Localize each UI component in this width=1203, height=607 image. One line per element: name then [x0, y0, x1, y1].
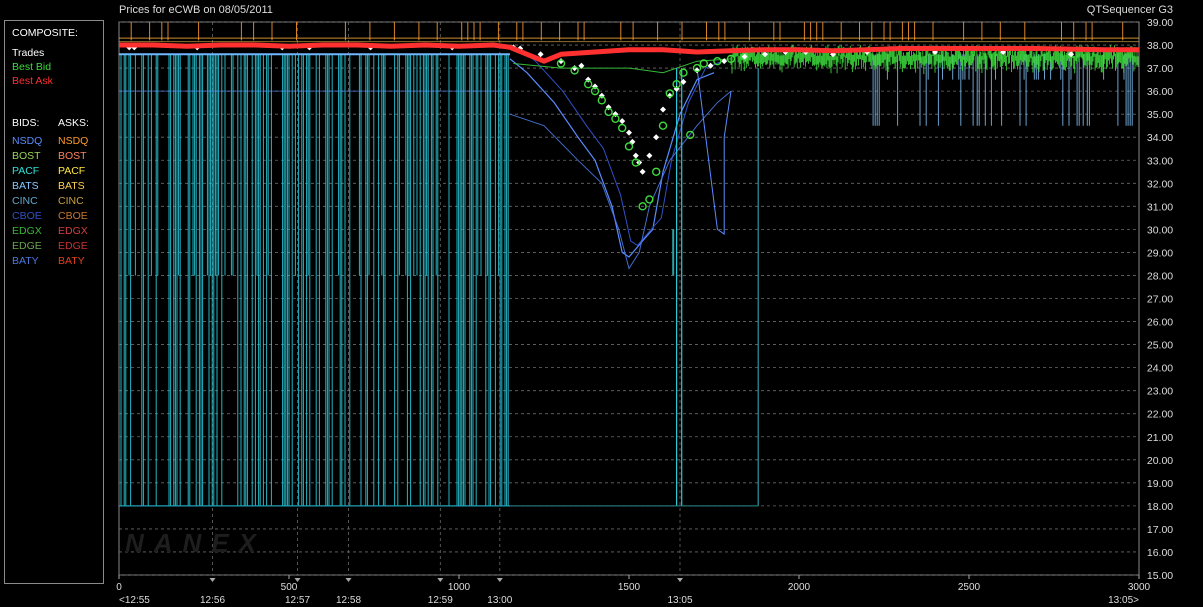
y-tick-label: 39.00	[1147, 17, 1173, 29]
y-tick-label: 30.00	[1147, 224, 1173, 236]
y-tick-label: 34.00	[1147, 132, 1173, 144]
y-tick-label: 16.00	[1147, 547, 1173, 559]
time-tick-marker	[677, 578, 683, 582]
time-tick-label: <12:55	[119, 595, 150, 606]
time-tick-marker	[437, 578, 444, 582]
y-tick-label: 23.00	[1147, 386, 1173, 398]
nanex-watermark: NANEX	[125, 528, 267, 558]
y-tick-label: 32.00	[1147, 178, 1173, 190]
time-tick-label: 13:05	[667, 595, 692, 606]
y-tick-label: 29.00	[1147, 247, 1173, 259]
time-tick-label: 12:59	[428, 595, 453, 606]
time-tick-marker	[496, 578, 503, 582]
time-tick-label: 12:58	[336, 595, 361, 606]
y-tick-label: 20.00	[1147, 455, 1173, 467]
y-tick-label: 21.00	[1147, 432, 1173, 444]
time-tick-label: 12:57	[285, 595, 310, 606]
y-tick-label: 35.00	[1147, 109, 1173, 121]
x-tick-label: 1000	[448, 582, 471, 593]
y-tick-label: 19.00	[1147, 478, 1173, 490]
x-tick-label: 2500	[958, 582, 981, 593]
time-tick-marker	[209, 578, 216, 582]
x-tick-label: 1500	[618, 582, 641, 593]
x-tick-label: 2000	[788, 582, 811, 593]
time-tick-label: 13:00	[487, 595, 512, 606]
time-tick-label: 13:05>	[1108, 595, 1139, 606]
y-tick-label: 38.00	[1147, 40, 1173, 52]
y-tick-label: 26.00	[1147, 317, 1173, 329]
x-tick-label: 0	[116, 582, 122, 593]
price-chart: 15.00 16.00 17.00 18.00 19.00 20.00 21.00 22.00…	[116, 17, 1173, 606]
time-tick-label: 12:56	[200, 595, 225, 606]
x-tick-label: 500	[281, 582, 298, 593]
y-tick-label: 17.00	[1147, 524, 1173, 536]
y-tick-label: 36.00	[1147, 86, 1173, 98]
time-tick-marker	[345, 578, 352, 582]
y-tick-label: 15.00	[1147, 570, 1173, 582]
x-tick-label: 3000	[1128, 582, 1151, 593]
y-tick-label: 28.00	[1147, 270, 1173, 282]
y-tick-label: 25.00	[1147, 340, 1173, 352]
y-tick-label: 18.00	[1147, 501, 1173, 513]
y-tick-label: 31.00	[1147, 201, 1173, 213]
y-tick-label: 24.00	[1147, 363, 1173, 375]
y-tick-label: 37.00	[1147, 63, 1173, 75]
y-tick-label: 33.00	[1147, 155, 1173, 167]
grid-layer	[118, 21, 1140, 576]
y-tick-label: 22.00	[1147, 409, 1173, 421]
y-tick-label: 27.00	[1147, 294, 1173, 306]
